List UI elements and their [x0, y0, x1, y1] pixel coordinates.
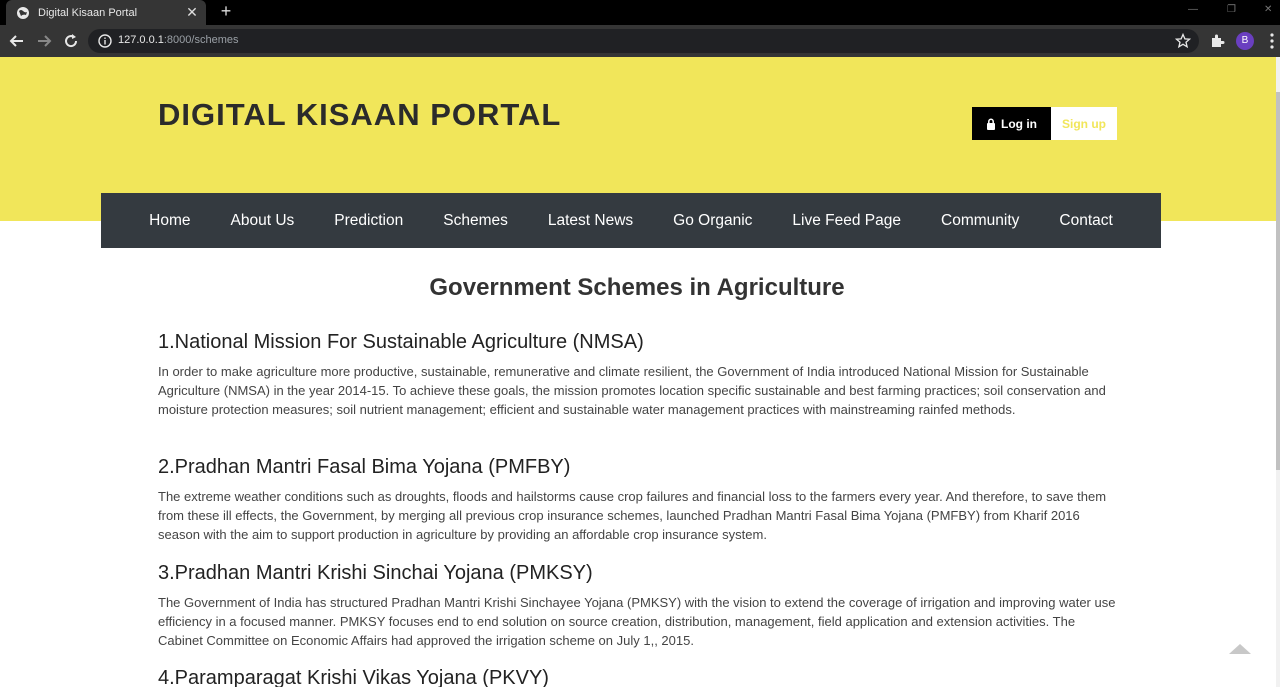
scroll-to-top-icon[interactable]: [1228, 643, 1252, 655]
browser-tab-strip: Digital Kisaan Portal ✕ + — ❐ ✕: [0, 0, 1280, 25]
maximize-icon[interactable]: ❐: [1227, 4, 1236, 15]
signup-label: Sign up: [1062, 116, 1106, 131]
globe-icon: [17, 6, 29, 19]
url-host: 127.0.0.1: [118, 34, 164, 46]
nav-item-go-organic[interactable]: Go Organic: [653, 212, 772, 230]
scrollbar-thumb[interactable]: [1276, 92, 1280, 470]
main-navigation: Home About Us Prediction Schemes Latest …: [101, 193, 1161, 248]
signup-button[interactable]: Sign up: [1051, 107, 1117, 140]
browser-tab[interactable]: Digital Kisaan Portal ✕: [6, 0, 206, 25]
reload-icon[interactable]: [62, 32, 80, 50]
minimize-icon[interactable]: —: [1188, 4, 1198, 15]
nav-item-home[interactable]: Home: [129, 212, 210, 230]
back-arrow-icon[interactable]: [8, 32, 26, 50]
login-button[interactable]: Log in: [972, 107, 1051, 140]
scheme-description: In order to make agriculture more produc…: [158, 364, 1106, 417]
nav-item-about-us[interactable]: About Us: [211, 212, 315, 230]
new-tab-icon[interactable]: +: [217, 0, 235, 25]
page-title: Government Schemes in Agriculture: [429, 274, 845, 301]
close-tab-icon[interactable]: ✕: [182, 4, 202, 21]
scheme-title: 3.Pradhan Mantri Krishi Sinchai Yojana (…: [158, 562, 593, 584]
scheme-title: 1.National Mission For Sustainable Agric…: [158, 331, 644, 353]
nav-item-prediction[interactable]: Prediction: [314, 212, 423, 230]
scheme-description: The Government of India has structured P…: [158, 595, 1116, 648]
site-info-icon[interactable]: [98, 34, 112, 48]
site-title: DIGITAL KISAAN PORTAL: [158, 97, 562, 132]
nav-item-schemes[interactable]: Schemes: [423, 212, 528, 230]
browser-toolbar: 127.0.0.1:8000/schemes: [0, 25, 1280, 57]
window-close-icon[interactable]: ✕: [1264, 4, 1272, 15]
scheme-title: 4.Paramparagat Krishi Vikas Yojana (PKVY…: [158, 667, 549, 687]
scheme-title: 2.Pradhan Mantri Fasal Bima Yojana (PMFB…: [158, 456, 571, 478]
extensions-puzzle-icon[interactable]: [1210, 33, 1225, 48]
lock-icon: [987, 118, 995, 130]
login-label: Log in: [1001, 116, 1037, 131]
tab-title: Digital Kisaan Portal: [38, 6, 138, 19]
url-text: 127.0.0.1:8000/schemes: [118, 34, 238, 46]
scheme-description: The extreme weather conditions such as d…: [158, 489, 1107, 542]
page-scrollbar[interactable]: [1276, 57, 1280, 687]
browser-menu-icon[interactable]: [1270, 32, 1274, 50]
nav-item-latest-news[interactable]: Latest News: [528, 212, 653, 230]
bookmark-star-icon[interactable]: [1175, 33, 1191, 49]
page-viewport: DIGITAL KISAAN PORTAL Log in Sign up Hom…: [0, 57, 1280, 687]
forward-arrow-icon[interactable]: [35, 32, 53, 50]
nav-item-community[interactable]: Community: [921, 212, 1039, 230]
nav-item-live-feed[interactable]: Live Feed Page: [772, 212, 921, 230]
profile-avatar[interactable]: B: [1236, 32, 1254, 50]
url-path: :8000/schemes: [163, 34, 239, 46]
address-bar[interactable]: 127.0.0.1:8000/schemes: [88, 29, 1199, 53]
nav-item-contact[interactable]: Contact: [1039, 212, 1132, 230]
